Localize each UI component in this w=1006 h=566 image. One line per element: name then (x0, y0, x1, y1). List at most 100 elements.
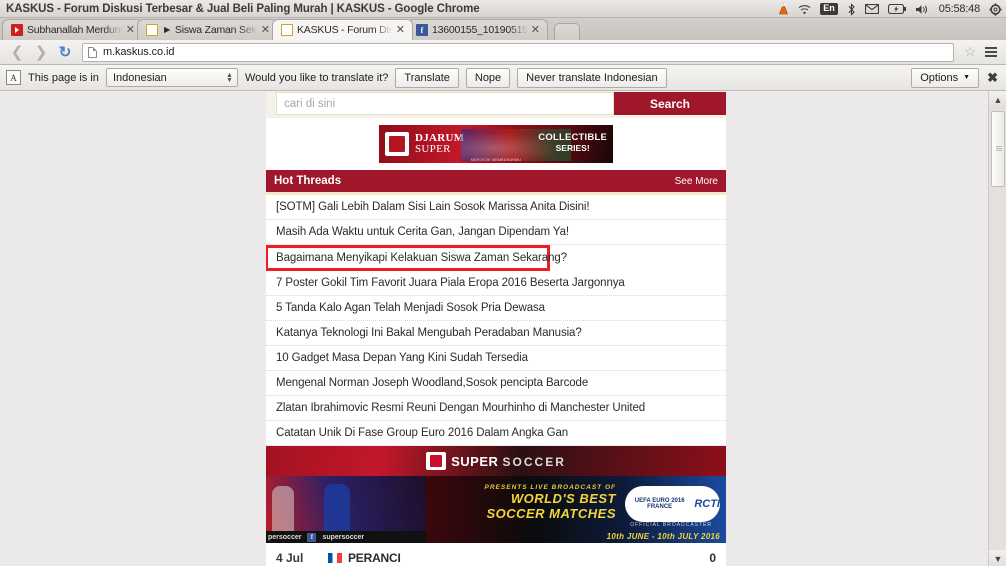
system-tray: En 05:58:48 (778, 0, 1002, 18)
nope-button[interactable]: Nope (465, 67, 511, 88)
tab-close-icon[interactable]: ✕ (528, 24, 543, 36)
window-title: KASKUS - Forum Diskusi Terbesar & Jual B… (6, 2, 480, 15)
browser-tab-3[interactable]: K KASKUS - Forum Diskusi T ✕ (272, 19, 413, 40)
supersoccer-brand-1: SUPER (451, 453, 499, 469)
uefa-euro-logo: UEFA EURO 2016 FRANCE (634, 498, 685, 510)
language-select-value: Indonesian (112, 71, 167, 84)
scroll-up-icon[interactable]: ▲ (989, 91, 1006, 109)
thread-item[interactable]: 10 Gadget Masa Depan Yang Kini Sudah Ter… (266, 346, 726, 371)
translate-icon: A (6, 70, 21, 85)
tab-title: KASKUS - Forum Diskusi T (297, 24, 393, 36)
thread-item[interactable]: Mengenal Norman Joseph Woodland,Sosok pe… (266, 371, 726, 396)
language-select[interactable]: Indonesian ▲ ▼ (105, 68, 238, 87)
supersoccer-logo-icon (426, 452, 447, 470)
star-icon[interactable]: ☆ (960, 44, 980, 60)
thread-item[interactable]: [SOTM] Gali Lebih Dalam Sisi Lain Sosok … (266, 195, 726, 220)
browser-tab-4[interactable]: f 13600155_10190519381 ✕ (407, 19, 548, 40)
thread-item[interactable]: 7 Poster Gokil Tim Favorit Juara Piala E… (266, 271, 726, 296)
browser-tab-2[interactable]: K ► Siswa Zaman Sekarang ✕ (137, 19, 278, 40)
euro-2016-banner[interactable]: PRESENTS LIVE BROADCAST OF WORLD'S BEST … (266, 476, 726, 543)
match-score: 0 (709, 550, 716, 565)
infobar-close-icon[interactable]: ✖ (987, 70, 998, 86)
desktop-top-panel: KASKUS - Forum Diskusi Terbesar & Jual B… (0, 0, 1006, 18)
browser-tab-1[interactable]: Subhanallah Merdunya!!! F ✕ (2, 19, 143, 40)
thread-item-highlighted[interactable]: Bagaimana Menyikapi Kelakuan Siswa Zaman… (266, 245, 567, 271)
euro-headline-line2: SOCCER MATCHES (486, 506, 616, 521)
thread-item[interactable]: Masih Ada Waktu untuk Cerita Gan, Jangan… (266, 220, 726, 245)
euro-presents-label: PRESENTS LIVE BROADCAST OF (484, 484, 616, 491)
supersoccer-brand-strip[interactable]: SUPER SOCCER (266, 446, 726, 476)
infobar-prefix-label: This page is in (28, 71, 99, 84)
youtube-icon (11, 24, 23, 36)
keyboard-layout-indicator[interactable]: En (820, 3, 838, 15)
new-tab-button[interactable] (554, 23, 580, 40)
page-viewport: cari di sini Search DJARUM SUPER COLLECT… (0, 91, 1006, 566)
tab-title: Subhanallah Merdunya!!! F (27, 24, 123, 36)
options-button-label: Options (920, 71, 959, 84)
back-arrow-icon[interactable]: ❮ (6, 41, 28, 63)
djarum-disclaimer: MEROKOK MEMBUNUHMU (470, 158, 522, 162)
tab-close-icon[interactable]: ✕ (258, 24, 273, 36)
match-date: 4 Jul (276, 550, 304, 565)
translate-infobar: A This page is in Indonesian ▲ ▼ Would yo… (0, 65, 1006, 91)
djarum-brand-line2: SUPER (415, 143, 451, 155)
see-more-link[interactable]: See More (675, 176, 718, 187)
tab-close-icon[interactable]: ✕ (393, 24, 408, 36)
thread-item[interactable]: Katanya Teknologi Ini Bakal Mengubah Per… (266, 321, 726, 346)
wifi-icon[interactable] (798, 4, 811, 15)
gear-icon[interactable] (989, 2, 1002, 16)
djarum-logo-icon (385, 132, 409, 156)
never-translate-button[interactable]: Never translate Indonesian (517, 67, 667, 88)
page-icon (88, 46, 97, 58)
euro-headline-line1: WORLD'S BEST (510, 491, 616, 506)
tab-strip: Subhanallah Merdunya!!! F ✕ K ► Siswa Za… (0, 18, 1006, 40)
address-bar[interactable]: m.kaskus.co.id (82, 42, 955, 62)
address-bar-url: m.kaskus.co.id (103, 46, 175, 58)
kaskus-mobile-site: cari di sini Search DJARUM SUPER COLLECT… (266, 91, 726, 566)
top-ad-area: DJARUM SUPER COLLECTIBLE SERIES! MEROKOK… (266, 118, 726, 170)
match-row[interactable]: 4 Jul PERANCI 0 (266, 543, 726, 566)
scroll-down-icon[interactable]: ▼ (989, 550, 1006, 566)
reload-icon[interactable]: ↻ (54, 41, 76, 63)
search-button[interactable]: Search (614, 92, 726, 115)
volume-icon[interactable] (915, 4, 930, 15)
thread-item[interactable]: Zlatan Ibrahimovic Resmi Reuni Dengan Mo… (266, 396, 726, 421)
chevron-down-icon: ▼ (963, 74, 971, 81)
tab-close-icon[interactable]: ✕ (123, 24, 138, 36)
euro-banner-footer: persoccer f supersoccer (266, 531, 426, 543)
screen: KASKUS - Forum Diskusi Terbesar & Jual B… (0, 0, 1006, 566)
site-search-row: cari di sini Search (266, 91, 726, 118)
battery-icon[interactable] (887, 4, 906, 14)
scrollbar-thumb[interactable] (991, 111, 1005, 187)
thread-item[interactable]: Catatan Unik Di Fase Group Euro 2016 Dal… (266, 421, 726, 446)
envelope-icon[interactable] (864, 4, 879, 14)
forward-arrow-icon[interactable]: ❯ (30, 41, 52, 63)
match-team-name: PERANCI (348, 550, 401, 565)
browser-toolbar: ❮ ❯ ↻ m.kaskus.co.id ☆ (0, 40, 1006, 65)
vlc-cone-icon[interactable] (778, 3, 789, 15)
kaskus-icon: K (146, 24, 158, 36)
persoccer-label: persoccer (268, 533, 302, 541)
djarum-headline: COLLECTIBLE SERIES! (538, 132, 607, 153)
france-flag-icon (328, 552, 342, 563)
facebook-icon[interactable]: f (307, 532, 317, 542)
search-input[interactable]: cari di sini (276, 92, 614, 115)
bluetooth-icon[interactable] (847, 2, 856, 16)
options-button[interactable]: Options ▼ (911, 67, 980, 88)
djarum-super-ad[interactable]: DJARUM SUPER COLLECTIBLE SERIES! MEROKOK… (379, 125, 613, 163)
thread-item[interactable]: 5 Tanda Kalo Agan Telah Menjadi Sosok Pr… (266, 296, 726, 321)
clock[interactable]: 05:58:48 (939, 3, 980, 15)
kaskus-icon: K (281, 24, 293, 36)
hamburger-menu-icon[interactable] (982, 47, 1000, 57)
djarum-brand: DJARUM SUPER (415, 133, 464, 155)
hot-threads-title: Hot Threads (274, 175, 342, 187)
chrome-window: Subhanallah Merdunya!!! F ✕ K ► Siswa Za… (0, 18, 1006, 566)
infobar-right-group: Options ▼ ✖ (911, 67, 1000, 88)
tab-title: 13600155_10190519381 (432, 24, 528, 36)
supersoccer-brand-2: SOCCER (502, 454, 566, 469)
facebook-icon: f (416, 24, 428, 36)
page-scrollbar[interactable]: ▲ ▼ (988, 91, 1006, 566)
rcti-logo: RCTI (694, 498, 720, 510)
translate-button[interactable]: Translate (395, 67, 459, 88)
supersoccer-label: supersoccer (322, 533, 365, 541)
